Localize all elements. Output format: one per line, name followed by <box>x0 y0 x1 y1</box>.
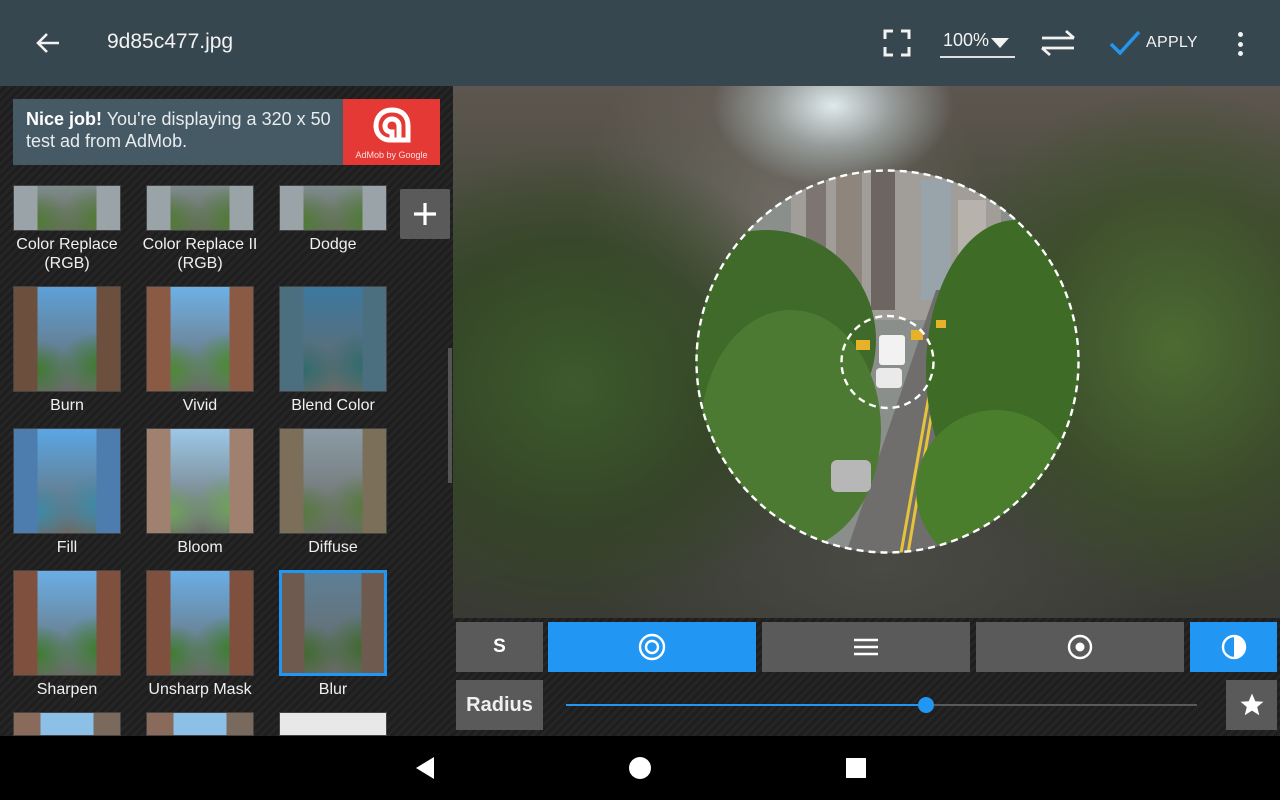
slider-fill <box>566 704 926 706</box>
system-nav-bar <box>0 736 1280 800</box>
effect-label: Color Replace II (RGB) <box>142 236 258 272</box>
scrollbar[interactable] <box>448 348 452 483</box>
star-icon <box>1240 693 1263 716</box>
effect-thumbnail <box>279 570 387 676</box>
effect-tile[interactable]: Blend Color <box>279 286 387 415</box>
effect-label: Blur <box>318 681 348 698</box>
effect-tile[interactable]: Unsharp Mask <box>146 570 254 699</box>
effect-label: Vivid <box>182 397 218 414</box>
ad-banner[interactable]: Nice job! You're displaying a 320 x 50 t… <box>13 99 440 165</box>
zoom-value: 100% <box>943 30 990 50</box>
nav-back-icon <box>416 757 434 779</box>
back-arrow-icon <box>36 33 59 53</box>
swap-icon <box>1041 29 1075 57</box>
admob-badge: AdMob by Google <box>355 150 428 160</box>
effect-thumbnail <box>146 570 254 676</box>
admob-logo: AdMob by Google <box>343 99 440 165</box>
effects-panel: Nice job! You're displaying a 320 x 50 t… <box>0 86 453 736</box>
slider-thumb[interactable] <box>917 697 934 713</box>
effect-label: Fill <box>56 539 78 556</box>
tool-controls: S Radius <box>453 618 1280 736</box>
radius-guide[interactable] <box>453 86 1280 618</box>
fullscreen-button[interactable] <box>882 28 912 58</box>
effect-label: Bloom <box>177 539 223 556</box>
effect-thumbnail <box>13 570 121 676</box>
favorite-button[interactable] <box>1226 680 1277 730</box>
radial-mode-button[interactable] <box>548 622 756 672</box>
effect-tile[interactable]: Fill <box>13 428 121 557</box>
nav-recents-icon <box>846 758 866 778</box>
image-canvas[interactable] <box>453 86 1280 618</box>
linear-mode-button[interactable] <box>762 622 970 672</box>
nav-home-button[interactable] <box>626 754 654 782</box>
effect-label: Sharpen <box>36 681 98 698</box>
lines-icon <box>854 638 878 656</box>
effect-tile[interactable]: Vivid <box>146 286 254 415</box>
effect-thumbnail <box>13 428 121 534</box>
effect-thumbnail <box>146 286 254 392</box>
effect-tile[interactable]: Bloom <box>146 428 254 557</box>
effect-tile[interactable]: Burn <box>13 286 121 415</box>
effect-thumbnail <box>279 286 387 392</box>
s-label: S <box>493 636 506 657</box>
apply-label: APPLY <box>1146 34 1198 51</box>
effect-thumbnail <box>146 428 254 534</box>
back-button[interactable] <box>28 26 68 60</box>
effect-label: Blend Color <box>291 397 375 414</box>
half-circle-icon <box>1221 634 1246 660</box>
ad-text: Nice job! You're displaying a 320 x 50 t… <box>26 109 331 151</box>
effect-label: Unsharp Mask <box>148 681 252 698</box>
nav-back-button[interactable] <box>411 754 439 782</box>
effect-label: Color Replace (RGB) <box>16 236 118 272</box>
s-button[interactable]: S <box>456 622 543 672</box>
effect-label: Diffuse <box>308 539 358 556</box>
effect-thumbnail <box>13 286 121 392</box>
effect-thumbnail[interactable] <box>13 712 121 736</box>
effect-tile[interactable]: Color Replace II (RGB) <box>143 185 257 273</box>
radius-button[interactable]: Radius <box>456 680 543 730</box>
compare-button[interactable] <box>1036 28 1080 58</box>
more-vert-icon[interactable] <box>1226 28 1254 60</box>
effect-tile[interactable]: Sharpen <box>13 570 121 699</box>
effect-thumbnail <box>13 185 121 231</box>
nav-recents-button[interactable] <box>842 754 870 782</box>
app-bar: 9d85c477.jpg 100% APPLY <box>0 0 1280 86</box>
dot-circle-icon <box>1067 634 1093 660</box>
effect-label: Burn <box>50 397 84 414</box>
invert-button[interactable] <box>1190 622 1277 672</box>
point-mode-button[interactable] <box>976 622 1184 672</box>
effect-label: Dodge <box>309 236 357 253</box>
effect-tile[interactable]: Color Replace (RGB) <box>13 185 121 273</box>
effect-tile[interactable]: Diffuse <box>279 428 387 557</box>
check-icon <box>1109 30 1141 56</box>
nav-home-icon <box>629 757 651 779</box>
effect-thumbnail[interactable] <box>279 712 387 736</box>
apply-button[interactable]: APPLY <box>1108 26 1198 60</box>
radius-slider[interactable] <box>566 697 1197 713</box>
target-icon <box>638 633 666 661</box>
chevron-down-icon <box>991 38 1009 48</box>
fullscreen-icon <box>883 29 911 57</box>
effect-thumbnail <box>279 428 387 534</box>
effect-tile[interactable]: Blur <box>279 570 387 699</box>
effect-thumbnail <box>279 185 387 231</box>
effect-tile[interactable]: Dodge <box>279 185 387 254</box>
add-effect-button[interactable] <box>400 189 450 239</box>
effect-thumbnail <box>146 185 254 231</box>
admob-icon <box>373 107 411 143</box>
file-name: 9d85c477.jpg <box>107 30 234 53</box>
effect-thumbnail[interactable] <box>146 712 254 736</box>
zoom-dropdown[interactable]: 100% <box>940 30 1015 58</box>
plus-icon <box>414 203 436 225</box>
